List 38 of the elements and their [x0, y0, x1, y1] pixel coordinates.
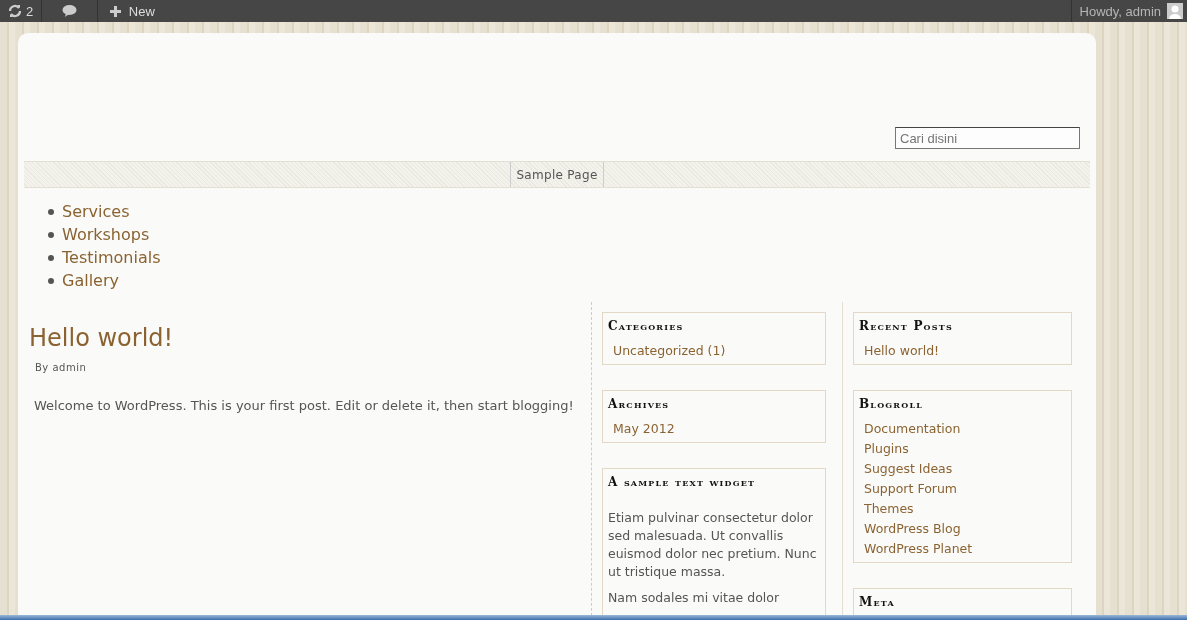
widget-title: Categories: [608, 319, 685, 333]
refresh-icon: [8, 4, 22, 18]
widget-link[interactable]: WordPress Planet: [864, 539, 1066, 559]
post-byline: By admin: [35, 362, 88, 373]
updates-button[interactable]: 2: [0, 0, 43, 22]
widget-link[interactable]: Uncategorized (1): [613, 341, 820, 361]
widget-link[interactable]: Support Forum: [864, 479, 1066, 499]
page-link[interactable]: Services: [62, 202, 130, 221]
widget-link[interactable]: Plugins: [864, 439, 1066, 459]
widget-link[interactable]: WordPress Blog: [864, 519, 1066, 539]
avatar-icon: [1167, 3, 1183, 19]
widget-link[interactable]: Hello world!: [864, 341, 1066, 361]
account-menu[interactable]: Howdy, admin: [1070, 0, 1187, 22]
page-link[interactable]: Gallery: [62, 271, 119, 290]
post-title[interactable]: Hello world!: [29, 324, 591, 352]
widget-text: Nam sodales mi vitae dolor: [608, 589, 781, 607]
speech-bubble-icon: [62, 4, 78, 18]
page-link[interactable]: Testimonials: [62, 248, 161, 267]
new-button[interactable]: New: [98, 0, 167, 22]
widget-title: Recent Posts: [859, 319, 954, 333]
widget-link[interactable]: May 2012: [613, 419, 820, 439]
widget-text: Etiam pulvinar consectetur dolor sed malesuada. Ut convallis euismod dolor nec pretium. Nunc ut tristique massa.: [608, 509, 818, 581]
bullet-icon: [48, 277, 54, 284]
widget-link[interactable]: Documentation: [864, 419, 1066, 439]
widget-title: Archives: [608, 397, 671, 411]
widget-title: Meta: [859, 595, 896, 609]
bullet-icon: [48, 208, 54, 215]
widget-title: Blogroll: [859, 397, 925, 411]
widget-link[interactable]: Suggest Ideas: [864, 459, 1066, 479]
nav-item[interactable]: Sample Page: [510, 162, 604, 187]
bullet-icon: [48, 254, 54, 261]
bullet-icon: [48, 231, 54, 238]
post-body: Welcome to WordPress. This is your first post. Edit or delete it, then start blogging!: [34, 398, 575, 413]
plus-icon: [110, 5, 122, 17]
search-field[interactable]: Cari disini: [895, 127, 1080, 149]
page-link[interactable]: Workshops: [62, 225, 150, 244]
widget-link[interactable]: Themes: [864, 499, 1066, 519]
widget-title: A sample text widget: [608, 475, 757, 489]
